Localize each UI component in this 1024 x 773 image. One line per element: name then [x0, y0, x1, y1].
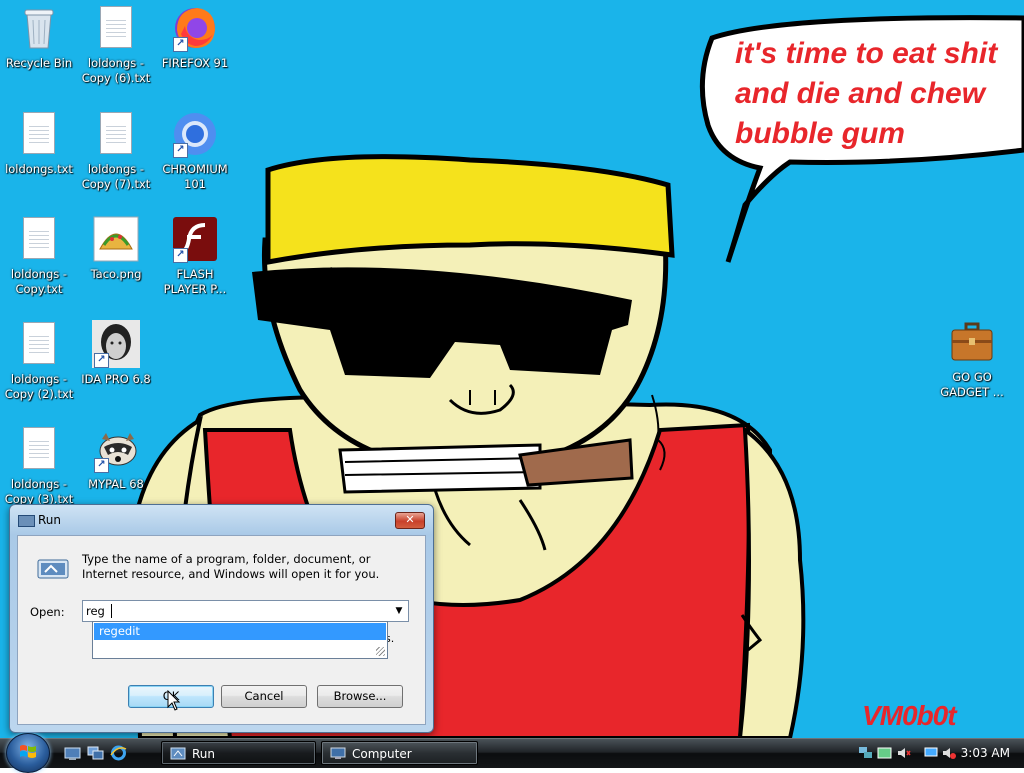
desktop-icon-ida-pro[interactable]: ↗ IDA PRO 6.8	[78, 320, 154, 387]
recycle-bin-icon	[15, 4, 63, 52]
taskbar-item-computer[interactable]: Computer	[321, 741, 478, 765]
run-description: Type the name of a program, folder, docu…	[82, 552, 380, 581]
desktop-icon-loldongs-txt[interactable]: loldongs.txt	[1, 110, 77, 177]
desktop-icon-go-go-gadget[interactable]: GO GO GADGET ...	[934, 318, 1010, 400]
watermark-text: VM0b0t	[862, 700, 957, 731]
close-button[interactable]: ✕	[395, 512, 425, 529]
windows-flag-icon	[20, 745, 36, 758]
text-file-icon	[15, 320, 63, 368]
run-title-icon	[18, 515, 35, 527]
desktop-icon-recycle-bin[interactable]: Recycle Bin	[1, 4, 77, 71]
desktop-icon-loldongs-copy-3-txt[interactable]: loldongs - Copy (3).txt	[1, 425, 77, 507]
open-input[interactable]: reg	[86, 604, 105, 618]
browse-button[interactable]: Browse...	[317, 685, 403, 708]
speech-bubble-text: it's time to eat shit and die and chew b…	[735, 37, 998, 150]
computer-icon	[330, 747, 346, 759]
resize-grip-icon[interactable]	[376, 647, 385, 656]
run-dialog-body: Type the name of a program, folder, docu…	[17, 535, 426, 725]
switch-windows-icon[interactable]	[87, 745, 104, 761]
open-label: Open:	[30, 605, 65, 619]
taskbar: Run Computer 3:03 AM	[0, 733, 1024, 773]
run-program-icon	[37, 558, 69, 580]
open-combobox[interactable]: reg ▼	[82, 600, 409, 622]
desktop-icon-loldongs-copy-6-txt[interactable]: loldongs - Copy (6).txt	[78, 4, 154, 86]
taskbar-item-run[interactable]: Run	[161, 741, 316, 765]
autocomplete-item-regedit[interactable]: regedit	[94, 623, 386, 640]
run-dialog-title: Run	[38, 513, 62, 527]
tray-app-icon[interactable]	[877, 746, 892, 760]
run-task-icon	[170, 747, 186, 760]
taskbar-item-run-label: Run	[192, 747, 216, 761]
taco-image-icon	[92, 215, 140, 263]
mouse-pointer-icon	[167, 690, 181, 711]
desktop-icon-flash-player[interactable]: ↗ FLASH PLAYER P...	[157, 215, 233, 297]
briefcase-icon	[948, 318, 996, 366]
ida-pro-icon: ↗	[92, 320, 140, 368]
desktop-icon-loldongs-copy-2-txt[interactable]: loldongs - Copy (2).txt	[1, 320, 77, 402]
text-file-icon	[92, 4, 140, 52]
desktop-icon-loldongs-copy-7-txt[interactable]: loldongs - Copy (7).txt	[78, 110, 154, 192]
cancel-button[interactable]: Cancel	[221, 685, 307, 708]
tray-volume-icon[interactable]	[896, 746, 911, 760]
text-file-icon	[15, 425, 63, 473]
text-file-icon	[92, 110, 140, 158]
text-file-icon	[15, 215, 63, 263]
firefox-icon: ↗	[171, 4, 219, 52]
taskbar-item-computer-label: Computer	[352, 747, 412, 761]
mypal-raccoon-icon: ↗	[92, 425, 140, 473]
chevron-down-icon[interactable]: ▼	[390, 601, 408, 621]
desktop-icon-mypal[interactable]: ↗ MYPAL 68	[78, 425, 154, 492]
run-dialog[interactable]: Run ✕ Type the name of a program, folder…	[9, 504, 434, 733]
tray-network-icon[interactable]	[858, 746, 873, 760]
tray-monitor-icon[interactable]	[924, 746, 939, 760]
flash-player-icon: ↗	[171, 215, 219, 263]
taskbar-clock[interactable]: 3:03 AM	[961, 739, 1010, 767]
desktop-icon-firefox[interactable]: ↗ FIREFOX 91	[157, 4, 233, 71]
desktop-icon-chromium[interactable]: ↗ CHROMIUM 101	[157, 110, 233, 192]
desktop[interactable]: it's time to eat shit and die and chew b…	[0, 0, 1024, 738]
desktop-icon-loldongs-copy-txt[interactable]: loldongs - Copy.txt	[1, 215, 77, 297]
tray-mute-icon[interactable]	[941, 746, 956, 760]
text-caret	[111, 604, 112, 618]
autocomplete-dropdown[interactable]: regedit	[92, 621, 388, 659]
internet-explorer-icon[interactable]	[110, 745, 127, 761]
desktop-icon-taco-png[interactable]: Taco.png	[78, 215, 154, 282]
text-file-icon	[15, 110, 63, 158]
start-button[interactable]	[6, 733, 50, 773]
show-desktop-icon[interactable]	[64, 745, 81, 761]
chromium-icon: ↗	[171, 110, 219, 158]
